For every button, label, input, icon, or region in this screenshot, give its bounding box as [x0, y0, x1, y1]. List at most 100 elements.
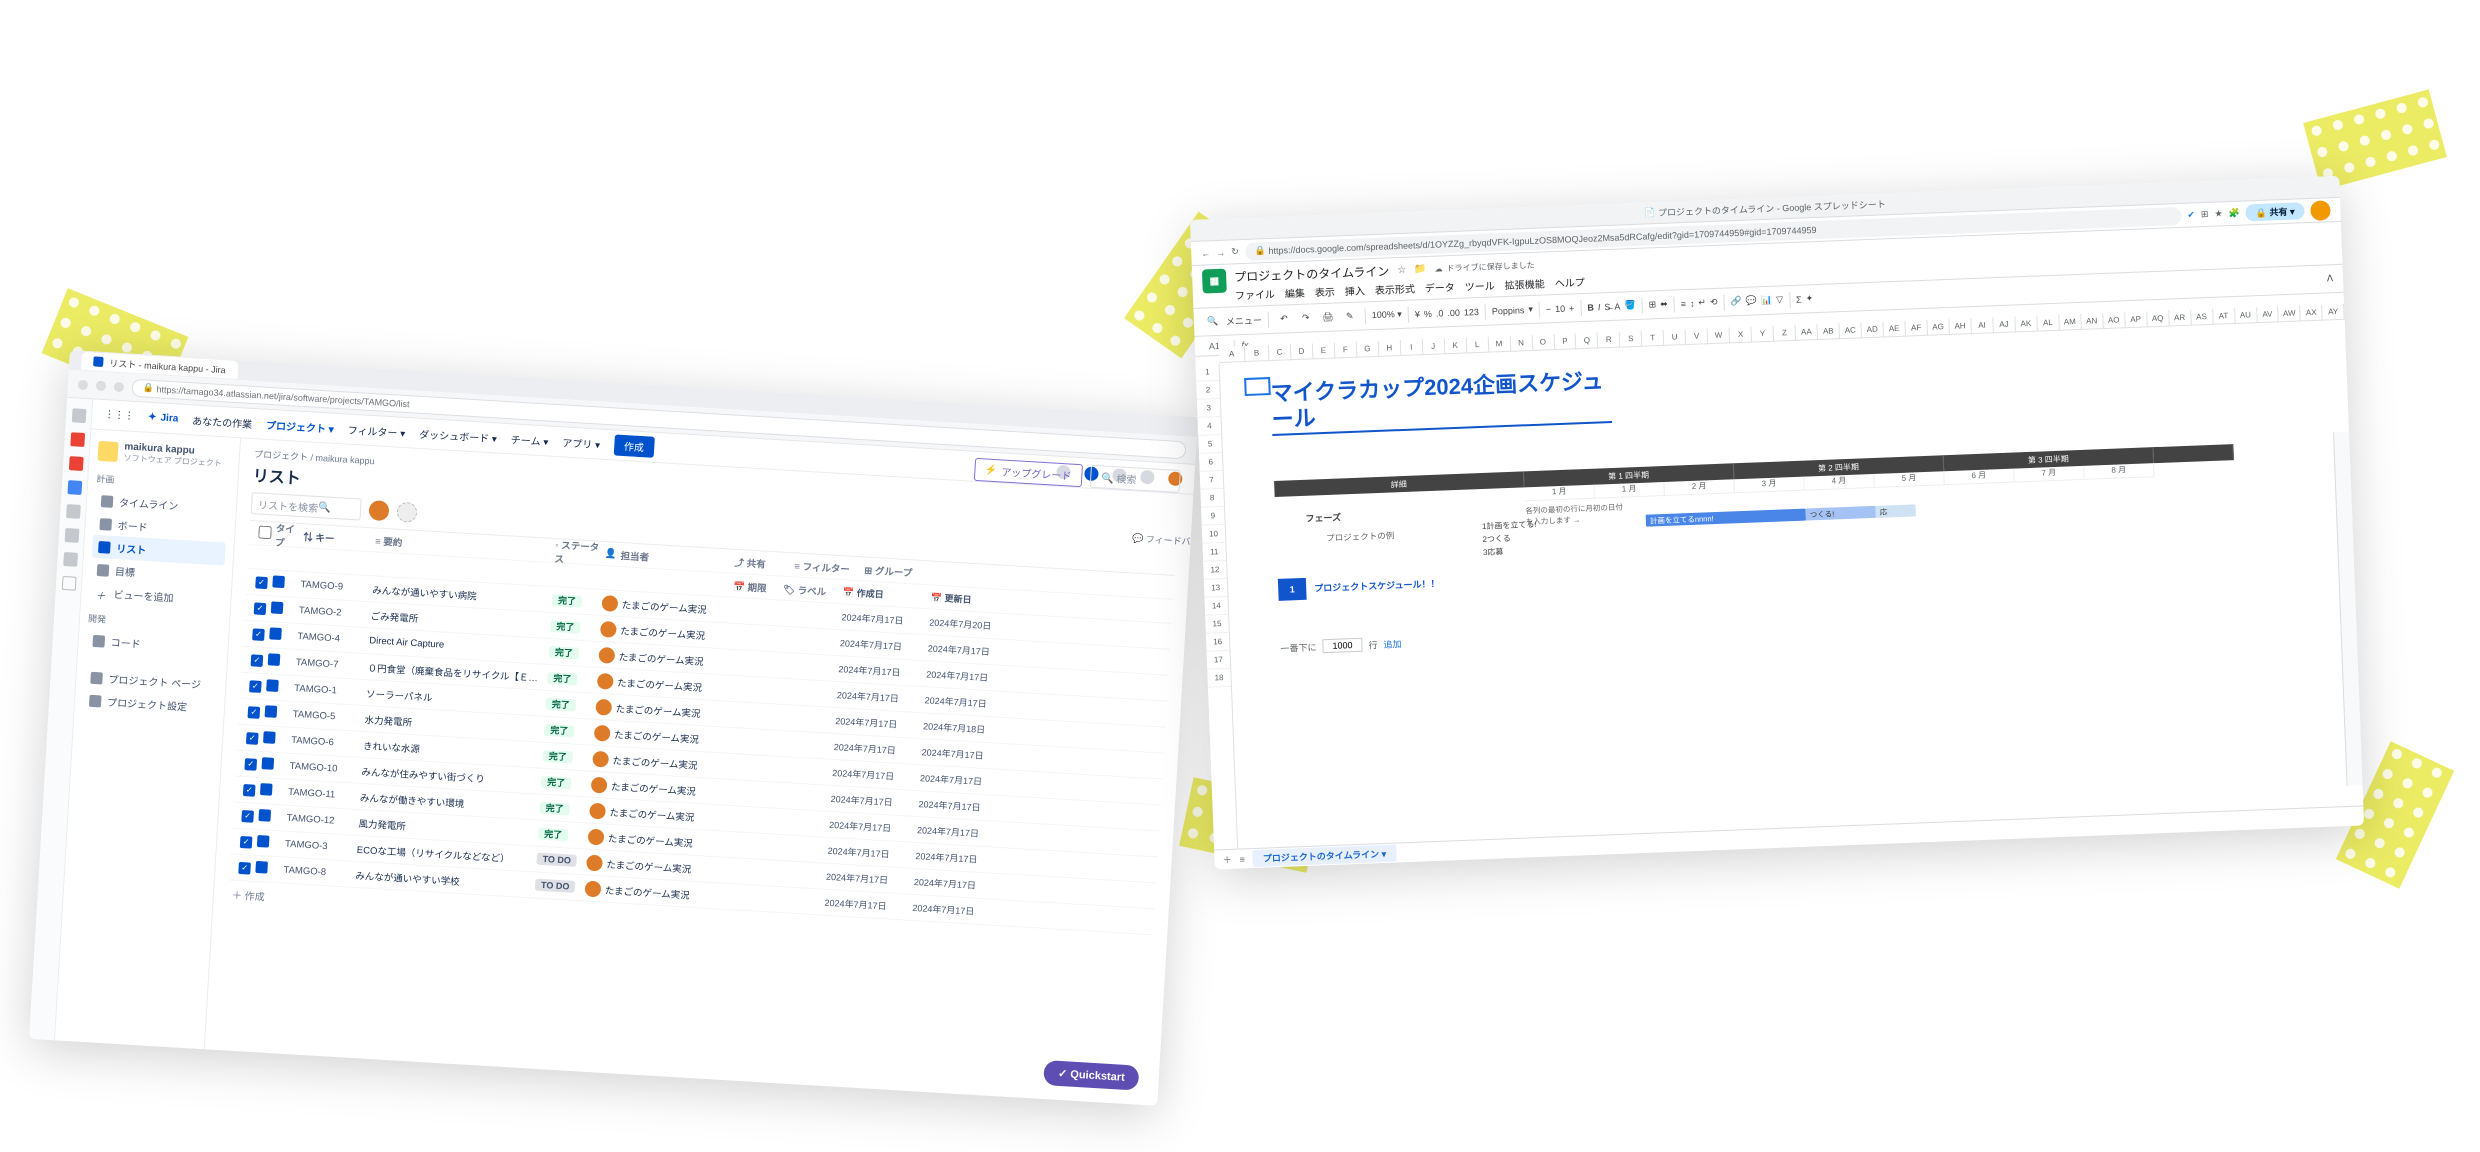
issue-key[interactable]: TAMGO-7	[296, 657, 369, 672]
col-header[interactable]: J	[1422, 338, 1445, 355]
halign-icon[interactable]: ≡	[1681, 299, 1687, 309]
col-header[interactable]: AA	[1796, 324, 1819, 341]
issue-assignee[interactable]: たまごのゲーム実況	[586, 854, 717, 878]
forward-icon[interactable]	[96, 380, 107, 391]
row-checkbox[interactable]: ✓	[246, 732, 259, 745]
col-header[interactable]: V	[1686, 328, 1709, 345]
row-checkbox[interactable]: ✓	[251, 654, 264, 667]
col-header[interactable]: E	[1313, 343, 1336, 360]
nav-dashboards[interactable]: ダッシュボード ▾	[419, 426, 498, 446]
row-header[interactable]: 1	[1196, 363, 1220, 382]
col-due[interactable]: 📅 期限	[733, 578, 784, 595]
nav-filters[interactable]: フィルター ▾	[347, 422, 405, 440]
undo-icon[interactable]: ↶	[1275, 310, 1294, 329]
font-size-input[interactable]: 10	[1555, 303, 1565, 313]
nav-your-work[interactable]: あなたの作業	[192, 412, 253, 431]
redo-icon[interactable]: ↷	[1297, 309, 1316, 328]
issue-assignee[interactable]: たまごのゲーム実況	[598, 646, 729, 670]
issue-status[interactable]: 完了	[538, 827, 589, 843]
row-header[interactable]: 6	[1199, 453, 1223, 472]
issue-status[interactable]: TO DO	[535, 880, 586, 894]
col-header[interactable]: W	[1708, 327, 1731, 344]
col-header[interactable]: AP	[2125, 311, 2148, 328]
back-icon[interactable]: ←	[1201, 248, 1210, 258]
all-sheets-icon[interactable]: ≡	[1239, 854, 1245, 864]
issue-key[interactable]: TAMGO-8	[283, 865, 356, 880]
sheets-logo-icon[interactable]: ▦	[1202, 269, 1227, 294]
row-header[interactable]: 14	[1205, 597, 1229, 616]
row-checkbox[interactable]: ✓	[254, 602, 267, 615]
issue-summary[interactable]: 水力発電所	[364, 712, 545, 737]
row-header[interactable]: 5	[1198, 435, 1222, 454]
col-header[interactable]: T	[1642, 330, 1665, 347]
col-header[interactable]: K	[1444, 337, 1467, 354]
issue-assignee[interactable]: たまごのゲーム実況	[585, 880, 716, 904]
collapse-icon[interactable]: ᐱ	[2327, 273, 2334, 284]
nav-projects[interactable]: プロジェクト ▾	[266, 417, 335, 436]
issue-key[interactable]: TAMGO-2	[299, 605, 372, 620]
issue-status[interactable]: 完了	[547, 671, 598, 687]
font-size-dec[interactable]: −	[1546, 304, 1552, 314]
col-header[interactable]: AX	[2301, 305, 2324, 322]
col-header[interactable]: I	[1400, 339, 1423, 356]
format-select[interactable]: 123	[1464, 306, 1479, 317]
col-header[interactable]: P	[1554, 333, 1577, 350]
wrap-icon[interactable]: ↵	[1698, 297, 1706, 308]
row-checkbox[interactable]: ✓	[252, 628, 265, 641]
issue-key[interactable]: TAMGO-11	[288, 787, 361, 802]
row-checkbox[interactable]: ✓	[238, 861, 251, 874]
issue-assignee[interactable]: たまごのゲーム実況	[591, 776, 722, 800]
menu-item[interactable]: 拡張機能	[1504, 275, 1545, 292]
issue-summary[interactable]: 風力発電所	[358, 815, 539, 840]
issue-assignee[interactable]: たまごのゲーム実況	[595, 698, 726, 722]
functions-icon[interactable]: Σ	[1796, 294, 1802, 304]
col-header[interactable]: AC	[1840, 322, 1863, 339]
back-icon[interactable]	[78, 379, 89, 390]
issue-key[interactable]: TAMGO-12	[286, 813, 359, 828]
col-header[interactable]: AF	[1905, 320, 1928, 337]
menu-item[interactable]: 表示	[1315, 283, 1336, 299]
issue-status[interactable]: 完了	[545, 697, 596, 713]
create-button[interactable]: 作成	[613, 434, 654, 457]
add-sheet-icon[interactable]: ＋	[1222, 853, 1232, 866]
issue-summary[interactable]: みんなが通いやすい病院	[372, 582, 553, 607]
spreadsheet-grid[interactable]: ABCDEFGHIJKLMNOPQRSTUVWXYZAAABACADAEAFAG…	[1195, 304, 2363, 850]
issue-summary[interactable]: ソーラーパネル	[366, 686, 547, 711]
col-header[interactable]: AI	[1971, 317, 1994, 334]
row-header[interactable]: 17	[1207, 651, 1231, 670]
chart-icon[interactable]: 📊	[1761, 295, 1773, 306]
folder-icon[interactable]: 📁	[1414, 264, 1427, 275]
col-header[interactable]: AQ	[2147, 310, 2170, 327]
col-header[interactable]: M	[1488, 336, 1511, 353]
col-header[interactable]: AU	[2235, 307, 2258, 324]
menu-item[interactable]: 挿入	[1345, 282, 1366, 298]
issue-key[interactable]: TAMGO-10	[289, 761, 362, 776]
issue-key[interactable]: TAMGO-5	[292, 709, 365, 724]
col-header[interactable]: H	[1379, 340, 1402, 357]
rail-icon[interactable]	[63, 552, 78, 567]
add-assignee-filter[interactable]	[396, 502, 417, 523]
issue-summary[interactable]: ０円食堂（廃棄食品をリサイクル【ＥＣＯ】）	[367, 660, 548, 685]
row-header[interactable]: 4	[1198, 417, 1222, 436]
issue-status[interactable]: 完了	[552, 593, 603, 609]
menu-item[interactable]: データ	[1424, 279, 1455, 295]
issue-summary[interactable]: ごみ発電所	[370, 608, 551, 633]
rail-icon[interactable]	[66, 504, 81, 519]
assignee-filter-avatar[interactable]	[368, 500, 389, 521]
cells-area[interactable]: マイクラカップ2024企画スケジュール 詳細 第 1 四半期 第 2 四半期 第…	[1220, 320, 2364, 849]
issue-assignee[interactable]: たまごのゲーム実況	[600, 620, 731, 644]
rail-icon[interactable]	[71, 408, 86, 423]
col-share[interactable]: ⤴ 共有	[734, 554, 795, 572]
col-key[interactable]: ⇅ キー	[303, 529, 376, 547]
nav-apps[interactable]: アプリ ▾	[562, 434, 601, 451]
col-header[interactable]: Q	[1576, 332, 1599, 349]
col-header[interactable]: AN	[2081, 313, 2104, 330]
col-created[interactable]: 📅 作成日	[843, 585, 932, 603]
col-header[interactable]: AM	[2059, 314, 2082, 331]
bold-icon[interactable]: B	[1587, 302, 1594, 312]
col-header[interactable]: AT	[2213, 308, 2236, 325]
row-header[interactable]: 7	[1200, 471, 1224, 490]
col-header[interactable]: U	[1664, 329, 1687, 346]
fill-color-icon[interactable]: 🪣	[1624, 300, 1636, 311]
row-checkbox[interactable]: ✓	[244, 758, 257, 771]
